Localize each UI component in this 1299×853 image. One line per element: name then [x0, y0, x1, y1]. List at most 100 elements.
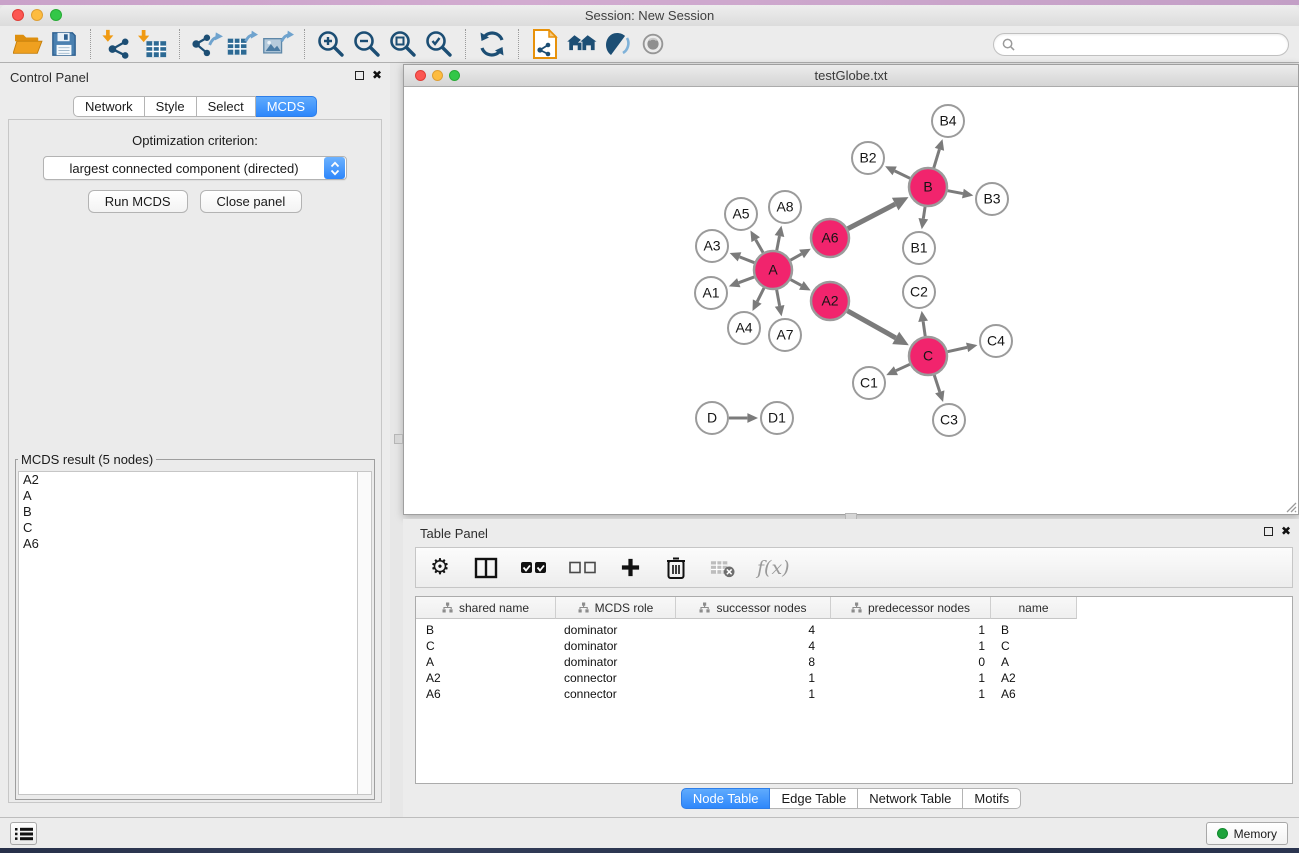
graph-edge-C-C3[interactable]: [934, 375, 940, 392]
resize-grip-icon[interactable]: [1283, 499, 1297, 513]
graph-node-D[interactable]: D: [696, 402, 728, 434]
table-row[interactable]: Cdominator41C: [416, 638, 1292, 654]
minimize-window-button[interactable]: [31, 9, 43, 21]
toggle-graphics-details-button[interactable]: [599, 28, 635, 61]
split-panel-button[interactable]: [474, 557, 498, 579]
open-session-button[interactable]: [10, 28, 46, 61]
tab-edge-table[interactable]: Edge Table: [770, 788, 858, 809]
graph-node-C[interactable]: C: [909, 337, 947, 375]
column-header-successor-nodes[interactable]: successor nodes: [676, 597, 831, 619]
result-item[interactable]: A: [19, 488, 371, 504]
graph-node-D1[interactable]: D1: [761, 402, 793, 434]
column-header-name[interactable]: name: [991, 597, 1077, 619]
import-table-button[interactable]: [135, 28, 171, 61]
graph-node-C4[interactable]: C4: [980, 325, 1012, 357]
graph-node-A3[interactable]: A3: [696, 230, 728, 262]
add-column-button[interactable]: [618, 557, 642, 578]
float-panel-icon[interactable]: [1264, 527, 1273, 536]
graph-edge-A-A2[interactable]: [791, 280, 802, 286]
table-settings-button[interactable]: ⚙: [428, 557, 452, 579]
graph-edge-A-A7[interactable]: [777, 290, 780, 306]
graph-edge-A-A4[interactable]: [757, 288, 764, 302]
export-image-button[interactable]: [260, 28, 296, 61]
graph-node-B4[interactable]: B4: [932, 105, 964, 137]
graph-edge-A2-C[interactable]: [847, 311, 895, 338]
table-row[interactable]: Adominator80A: [416, 654, 1292, 670]
graph-node-A1[interactable]: A1: [695, 277, 727, 309]
deselect-all-button[interactable]: [569, 561, 596, 575]
minimize-network-window-button[interactable]: [432, 70, 443, 81]
search-field[interactable]: [993, 33, 1289, 56]
graph-node-B[interactable]: B: [909, 168, 947, 206]
zoom-in-button[interactable]: [313, 28, 349, 61]
home-button[interactable]: [563, 28, 599, 61]
tab-select[interactable]: Select: [197, 96, 256, 117]
column-header-mcds-role[interactable]: MCDS role: [556, 597, 676, 619]
zoom-network-window-button[interactable]: [449, 70, 460, 81]
graph-node-A8[interactable]: A8: [769, 191, 801, 223]
zoom-fit-button[interactable]: [385, 28, 421, 61]
result-item[interactable]: B: [19, 504, 371, 520]
graph-node-A4[interactable]: A4: [728, 312, 760, 344]
graph-node-B3[interactable]: B3: [976, 183, 1008, 215]
graph-edge-B-B4[interactable]: [934, 149, 940, 168]
memory-button[interactable]: Memory: [1206, 822, 1288, 845]
function-builder-button[interactable]: f(x): [757, 557, 790, 579]
graph-edge-A-A3[interactable]: [740, 257, 755, 263]
graph-edge-B-B1[interactable]: [923, 207, 925, 219]
graph-node-C3[interactable]: C3: [933, 404, 965, 436]
tab-network-table[interactable]: Network Table: [858, 788, 963, 809]
graph-edge-A-A6[interactable]: [790, 254, 801, 260]
show-hide-button[interactable]: [635, 28, 671, 61]
graph-edge-A6-B[interactable]: [848, 204, 895, 229]
zoom-window-button[interactable]: [50, 9, 62, 21]
tab-style[interactable]: Style: [145, 96, 197, 117]
table-row[interactable]: Bdominator41B: [416, 622, 1292, 638]
close-panel-icon[interactable]: ✖: [372, 70, 382, 80]
graph-edge-B-B2[interactable]: [895, 171, 910, 178]
select-all-button[interactable]: [520, 561, 547, 575]
graph-node-C1[interactable]: C1: [853, 367, 885, 399]
result-item[interactable]: A2: [19, 472, 371, 488]
table-row[interactable]: A2connector11A2: [416, 670, 1292, 686]
search-input[interactable]: [1020, 38, 1288, 52]
result-scrollbar[interactable]: [357, 472, 371, 794]
column-header-predecessor-nodes[interactable]: predecessor nodes: [831, 597, 991, 619]
tab-motifs[interactable]: Motifs: [963, 788, 1021, 809]
graph-node-A[interactable]: A: [754, 251, 792, 289]
tab-node-table[interactable]: Node Table: [681, 788, 771, 809]
delete-table-button[interactable]: [710, 558, 735, 578]
tab-mcds[interactable]: MCDS: [256, 96, 317, 117]
graph-edge-C-C1[interactable]: [896, 364, 910, 370]
graph-node-A2[interactable]: A2: [811, 282, 849, 320]
column-header-shared-name[interactable]: shared name: [416, 597, 556, 619]
delete-row-button[interactable]: [664, 556, 688, 580]
close-panel-icon[interactable]: ✖: [1281, 526, 1291, 536]
graph-edge-C-C4[interactable]: [948, 347, 968, 351]
task-history-button[interactable]: [10, 822, 37, 845]
graph-edge-A-A5[interactable]: [756, 240, 763, 253]
graph-edge-B-B3[interactable]: [948, 191, 963, 194]
zoom-out-button[interactable]: [349, 28, 385, 61]
graph-node-C2[interactable]: C2: [903, 276, 935, 308]
save-session-button[interactable]: [46, 28, 82, 61]
graph-node-A6[interactable]: A6: [811, 219, 849, 257]
tab-network[interactable]: Network: [73, 96, 145, 117]
refresh-view-button[interactable]: [474, 28, 510, 61]
network-file-button[interactable]: [527, 28, 563, 61]
network-graph[interactable]: AA1A2A3A4A5A6A7A8BB1B2B3B4CC1C2C3C4DD1: [405, 87, 1297, 514]
close-network-window-button[interactable]: [415, 70, 426, 81]
run-mcds-button[interactable]: Run MCDS: [88, 190, 188, 213]
table-row[interactable]: A6connector11A6: [416, 686, 1292, 702]
export-table-button[interactable]: [224, 28, 260, 61]
zoom-selected-button[interactable]: [421, 28, 457, 61]
float-panel-icon[interactable]: [355, 71, 364, 80]
export-network-button[interactable]: [188, 28, 224, 61]
close-window-button[interactable]: [12, 9, 24, 21]
graph-edge-C-C2[interactable]: [923, 321, 925, 336]
result-item[interactable]: C: [19, 520, 371, 536]
graph-node-A7[interactable]: A7: [769, 319, 801, 351]
vertical-divider-grip[interactable]: [394, 434, 403, 444]
graph-edge-A-A8[interactable]: [777, 236, 780, 250]
graph-node-A5[interactable]: A5: [725, 198, 757, 230]
